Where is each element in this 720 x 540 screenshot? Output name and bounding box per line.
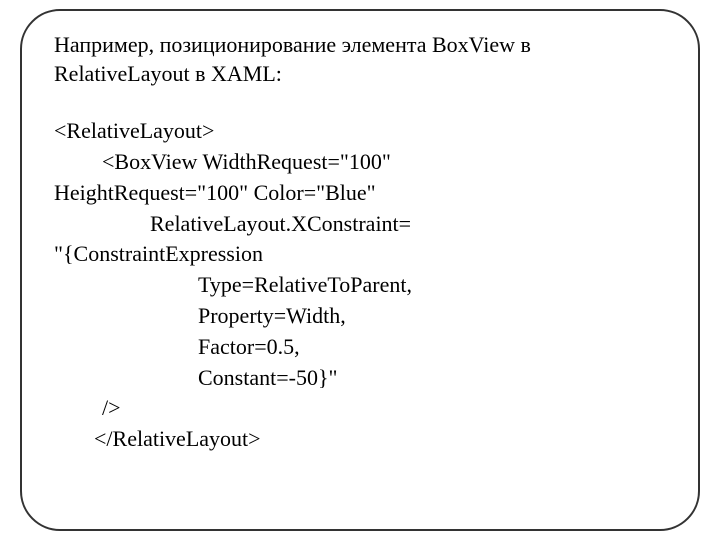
code-line: </RelativeLayout> — [54, 424, 666, 455]
code-line: <RelativeLayout> — [54, 116, 666, 147]
code-line: Constant=-50}" — [54, 363, 666, 394]
intro-text: Например, позиционирование элемента BoxV… — [54, 31, 666, 88]
code-line: HeightRequest="100" Color="Blue" — [54, 178, 666, 209]
code-line: Type=RelativeToParent, — [54, 270, 666, 301]
code-line: "{ConstraintExpression — [54, 239, 666, 270]
code-line: RelativeLayout.XConstraint= — [54, 209, 666, 240]
code-line: /> — [54, 393, 666, 424]
code-line: Property=Width, — [54, 301, 666, 332]
code-line: <BoxView WidthRequest="100" — [54, 147, 666, 178]
slide-frame: Например, позиционирование элемента BoxV… — [20, 9, 700, 531]
code-line: Factor=0.5, — [54, 332, 666, 363]
